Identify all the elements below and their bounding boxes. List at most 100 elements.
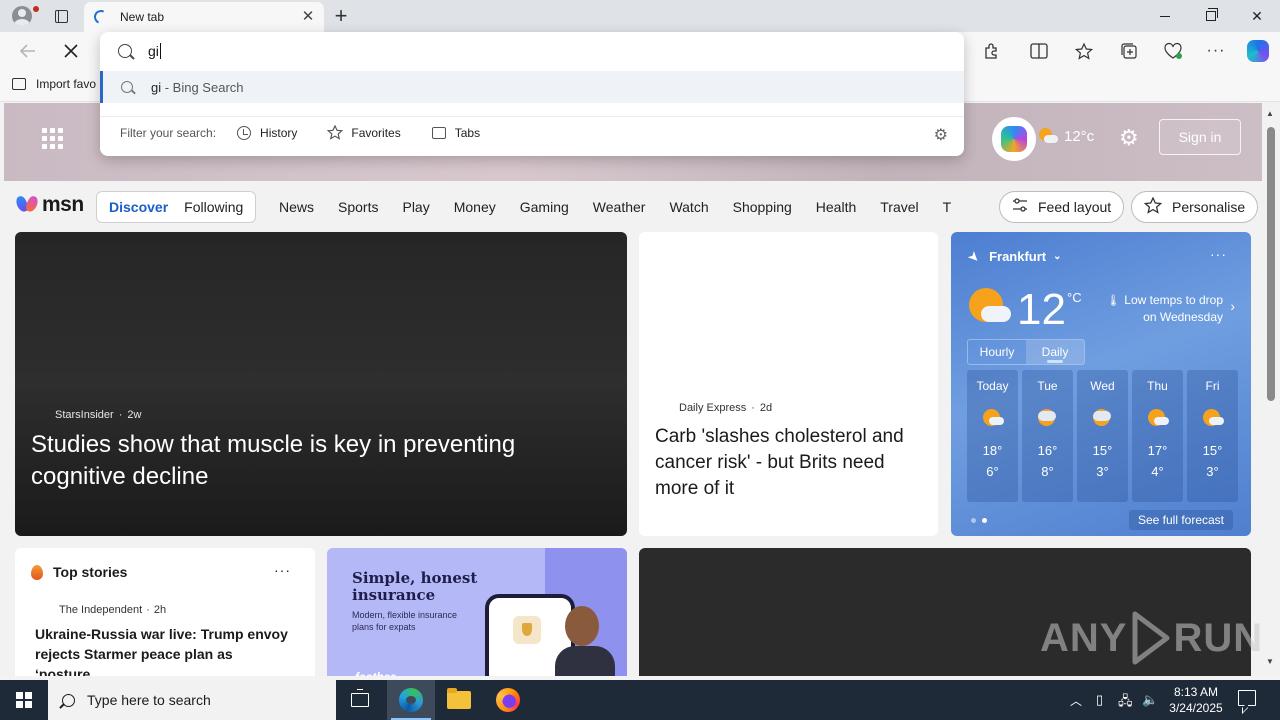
- stop-loading-button[interactable]: [55, 35, 87, 67]
- weather-card[interactable]: ➤ Frankfurt ⌄ ··· 12 °C 🌡 Low temps to dr…: [951, 232, 1251, 536]
- see-full-forecast-link[interactable]: See full forecast: [1129, 510, 1233, 530]
- nav-link-play[interactable]: Play: [390, 199, 441, 215]
- extensions-button[interactable]: [977, 37, 1005, 65]
- settings-more-button[interactable]: ···: [1202, 37, 1230, 65]
- weather-alert[interactable]: 🌡 Low temps to drop on Wednesday: [1097, 292, 1223, 325]
- taskbar-edge[interactable]: [387, 680, 435, 720]
- top-stories-card[interactable]: Top stories ··· The Independent · 2h Ukr…: [15, 548, 315, 676]
- nav-link-travel[interactable]: Travel: [868, 199, 930, 215]
- forecast-low: 4°: [1151, 464, 1164, 479]
- forecast-day[interactable]: Tue 16° 8°: [1022, 370, 1073, 502]
- toggle-hourly[interactable]: Hourly: [968, 340, 1026, 364]
- task-view-button[interactable]: [336, 680, 384, 720]
- nav-link-sports[interactable]: Sports: [326, 199, 390, 215]
- address-input[interactable]: gi: [148, 43, 161, 59]
- nav-link-shopping[interactable]: Shopping: [721, 199, 804, 215]
- article-card[interactable]: Daily Express · 2d Carb 'slashes cholest…: [639, 232, 938, 536]
- taskbar-search-placeholder: Type here to search: [87, 692, 211, 708]
- battery-icon[interactable]: ▯: [1096, 692, 1103, 708]
- filter-label: Filter your search:: [120, 125, 217, 140]
- hero-article-card[interactable]: StarsInsider · 2w Studies show that musc…: [15, 232, 627, 536]
- copilot-icon: [1001, 126, 1027, 152]
- copilot-button[interactable]: [1244, 37, 1272, 65]
- tray-overflow-chevron-icon[interactable]: ︿: [1070, 692, 1082, 709]
- forecast-day[interactable]: Wed 15° 3°: [1077, 370, 1128, 502]
- weather-location[interactable]: ➤ Frankfurt ⌄: [966, 248, 1062, 265]
- network-icon[interactable]: 🖧: [1118, 692, 1133, 714]
- copilot-badge[interactable]: [992, 117, 1036, 161]
- browser-essentials-button[interactable]: [1159, 37, 1187, 65]
- forecast-day-name: Wed: [1090, 379, 1115, 393]
- chevron-right-icon[interactable]: ›: [1230, 298, 1235, 314]
- segment-following[interactable]: Following: [176, 195, 251, 219]
- nav-link-weather[interactable]: Weather: [581, 199, 658, 215]
- search-settings-gear-icon[interactable]: ⚙: [934, 125, 948, 145]
- article-title[interactable]: Carb 'slashes cholesterol and cancer ris…: [655, 424, 930, 502]
- minimize-button[interactable]: [1142, 0, 1188, 32]
- minimize-icon: [1160, 15, 1170, 17]
- volume-icon[interactable]: 🔈: [1142, 692, 1158, 708]
- filter-favorites-button[interactable]: Favorites: [327, 125, 401, 141]
- taskbar-firefox[interactable]: [484, 680, 532, 720]
- hero-source-name: StarsInsider: [55, 409, 114, 421]
- feed-layout-button[interactable]: Feed layout: [999, 191, 1125, 223]
- start-button[interactable]: [0, 680, 48, 720]
- folder-icon: [447, 688, 471, 709]
- restore-icon: [1206, 8, 1218, 21]
- import-favorites-link[interactable]: Import favo: [12, 77, 96, 91]
- nav-link-health[interactable]: Health: [804, 199, 868, 215]
- close-window-button[interactable]: ✕: [1234, 0, 1280, 32]
- sign-in-button[interactable]: Sign in: [1159, 119, 1241, 155]
- carousel-dot-active[interactable]: [982, 518, 987, 523]
- weather-more-icon[interactable]: ···: [1210, 246, 1227, 262]
- top-story-title[interactable]: Ukraine-Russia war live: Trump envoy rej…: [35, 624, 295, 676]
- top-stories-more-icon[interactable]: ···: [274, 562, 291, 578]
- restore-button[interactable]: [1188, 0, 1234, 32]
- banner-weather[interactable]: 12°c: [1038, 127, 1094, 145]
- taskbar-file-explorer[interactable]: [435, 680, 483, 720]
- nav-link-traffic[interactable]: Trai: [931, 199, 951, 215]
- category-links: News Sports Play Money Gaming Weather Wa…: [267, 191, 951, 223]
- scroll-up-icon[interactable]: ▲: [1266, 109, 1274, 118]
- carousel-dot[interactable]: [971, 518, 976, 523]
- forecast-toggle: Hourly Daily: [967, 339, 1085, 365]
- tab-actions-button[interactable]: [46, 0, 76, 32]
- forecast-day[interactable]: Fri 15° 3°: [1187, 370, 1238, 502]
- ad-person-image: [555, 606, 617, 676]
- personalise-button[interactable]: Personalise: [1131, 191, 1259, 223]
- forecast-day[interactable]: Thu 17° 4°: [1132, 370, 1183, 502]
- filter-history-button[interactable]: History: [236, 125, 297, 141]
- search-suggestion[interactable]: gi - Bing Search: [100, 71, 964, 103]
- carousel-dots[interactable]: [971, 518, 987, 523]
- weather-unit[interactable]: °C: [1067, 290, 1082, 305]
- back-button[interactable]: [12, 35, 44, 67]
- tab-close-icon[interactable]: ✕: [300, 9, 316, 25]
- nav-link-watch[interactable]: Watch: [657, 199, 720, 215]
- more-dots-icon: ···: [1206, 42, 1226, 59]
- taskbar-clock[interactable]: 8:13 AM 3/24/2025: [1168, 684, 1224, 716]
- profile-button[interactable]: [6, 0, 39, 32]
- split-screen-button[interactable]: [1025, 37, 1053, 65]
- tab-new-tab[interactable]: New tab ✕: [84, 2, 324, 32]
- collections-button[interactable]: [1115, 37, 1143, 65]
- segment-discover[interactable]: Discover: [101, 195, 176, 219]
- filter-tabs-button[interactable]: Tabs: [431, 125, 480, 141]
- nav-link-news[interactable]: News: [267, 199, 326, 215]
- scroll-down-icon[interactable]: ▼: [1266, 657, 1274, 666]
- page-scrollbar[interactable]: ▲ ▼: [1262, 103, 1280, 676]
- notifications-icon[interactable]: [1238, 690, 1256, 706]
- new-tab-button[interactable]: +: [329, 0, 353, 32]
- favorites-button[interactable]: [1070, 37, 1098, 65]
- nav-link-money[interactable]: Money: [442, 199, 508, 215]
- address-bar[interactable]: gi: [100, 32, 964, 70]
- toggle-daily[interactable]: Daily: [1026, 340, 1084, 364]
- insurance-ad-card[interactable]: Simple, honest insurance Modern, flexibl…: [327, 548, 627, 676]
- forecast-day[interactable]: Today 18° 6°: [967, 370, 1018, 502]
- nav-link-gaming[interactable]: Gaming: [508, 199, 581, 215]
- taskbar-search-box[interactable]: Type here to search: [48, 680, 336, 720]
- app-launcher-icon[interactable]: [42, 128, 63, 149]
- hero-title[interactable]: Studies show that muscle is key in preve…: [31, 429, 591, 493]
- page-settings-gear-icon[interactable]: ⚙: [1119, 125, 1139, 151]
- scrollbar-thumb[interactable]: [1267, 127, 1275, 401]
- msn-logo[interactable]: msn: [17, 193, 84, 217]
